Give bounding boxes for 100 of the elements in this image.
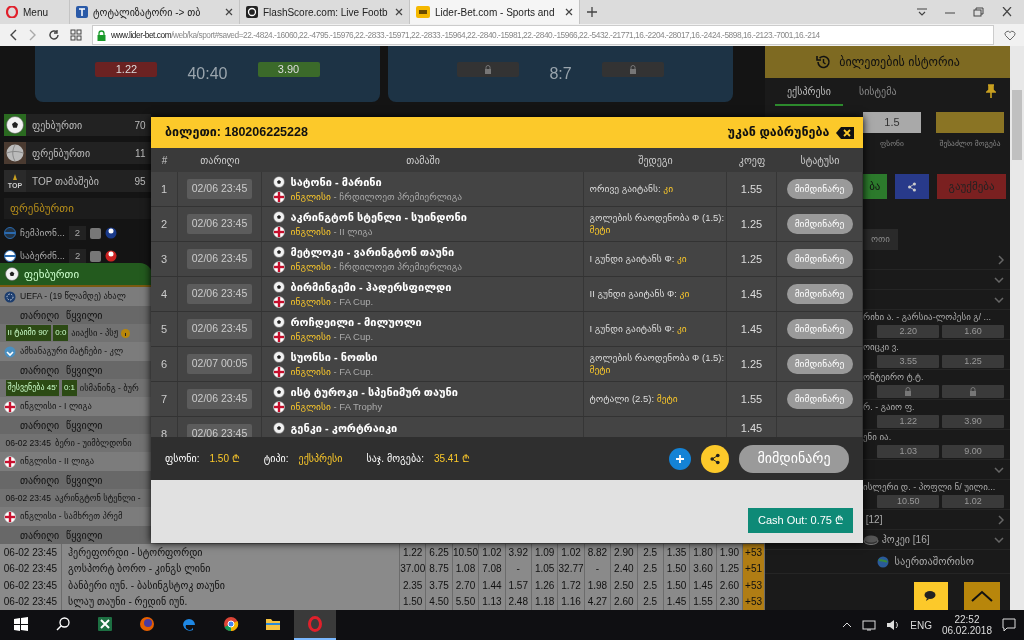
search-icon[interactable] [56,617,70,631]
league-heading[interactable]: ინგლისი - I ლიგა [20,400,92,413]
clock-time[interactable]: 22:52 [954,613,980,625]
match-name[interactable]: აიაქსი - პსჟ [71,326,119,340]
odds-cell[interactable]: 2.70 [452,577,480,594]
place-bet-button[interactable]: ბა [863,174,887,199]
odds-button[interactable]: 2.20 [877,324,940,338]
chevron-down-icon[interactable] [994,536,1004,543]
odds-button[interactable]: 3.90 [942,414,1004,428]
windows-start-icon[interactable] [14,617,28,631]
event-name[interactable]: ონტეირო ტ.ტ. [863,371,1004,385]
chat-button[interactable] [914,582,948,610]
odds-cell[interactable]: 10.50 [452,544,480,561]
slip-tab[interactable]: სისტემა [846,78,909,106]
more-markets-button[interactable]: +53 [743,577,765,594]
chevron-down-icon[interactable] [994,296,1004,303]
odds-cell[interactable]: 3.75 [426,577,453,594]
odds-cell[interactable]: 2.5 [637,544,664,561]
odds-cell[interactable]: 6.25 [426,544,453,561]
heart-icon[interactable] [1004,29,1016,41]
event-name[interactable]: ოიცკი ვ. [863,341,1004,355]
backspace-icon[interactable] [835,125,855,140]
share-button[interactable] [894,174,930,199]
odds-cell[interactable]: 1.45 [690,577,717,594]
close-icon[interactable] [1001,7,1013,17]
folder-icon[interactable] [265,616,281,632]
odds-button[interactable]: 1.22 [95,62,158,77]
history-button[interactable]: ბილეთების ისტორია [765,46,1010,78]
chevron-right-icon[interactable] [998,254,1004,265]
odds-cell[interactable]: 3.92 [505,544,532,561]
status-pill[interactable]: მიმდინარე [786,389,853,409]
chevron-right-icon[interactable] [998,514,1004,525]
browser-tab[interactable]: Lider-Bet.com - Sports and [410,0,580,24]
odds-button[interactable]: 9.00 [942,444,1004,458]
odds-cell[interactable]: 1.22 [400,544,427,561]
odds-button[interactable] [457,62,520,77]
restore-icon[interactable] [972,7,985,17]
league-name[interactable]: საერთაშორისო [894,553,974,570]
chevron-down-icon[interactable] [994,466,1004,473]
event-name[interactable]: ისლერი დ. - პოფლი ნ/ უილი... [863,481,1004,495]
odds-button[interactable]: 1.60 [942,324,1004,338]
status-pill[interactable]: მიმდინარე [786,354,853,374]
browser-app-icon[interactable] [223,616,239,632]
add-button[interactable] [669,447,691,470]
close-icon[interactable] [225,8,233,16]
league-heading[interactable]: UEFA - (19 წლამდე) ახალ [20,290,126,303]
close-icon[interactable] [395,8,403,16]
spreadsheet-app-icon[interactable] [97,616,113,632]
scrollbar[interactable] [1010,46,1024,610]
league-heading[interactable]: ინგლისი - II ლიგა [20,455,95,468]
tournament-name[interactable]: ჩემპიონ... [20,225,65,241]
odds-cell[interactable]: 2.35 [400,577,427,594]
odds-cell[interactable]: 1.02 [479,544,506,561]
odds-cell[interactable]: 1.72 [558,577,585,594]
tournament-name[interactable]: საბერძნ... [20,248,65,264]
slip-tab[interactable]: ექსპრესი [775,78,843,106]
match-name[interactable]: ბერი - უიმბლდონი [55,436,132,450]
chevron-down-icon[interactable] [994,276,1004,283]
language-indicator[interactable]: ENG [910,617,932,633]
share-button[interactable] [701,444,729,473]
event-name[interactable]: რ. - გაიო ფ. [863,401,1004,415]
odds-button[interactable]: 1.25 [942,354,1004,368]
odds-button[interactable]: 3.90 [257,62,320,77]
status-pill[interactable]: მიმდინარე [786,214,853,234]
status-pill[interactable]: მიმდინარე [786,284,853,304]
notifications-icon[interactable] [1002,618,1016,632]
odds-button[interactable] [877,384,940,398]
category-label[interactable]: ჰოკეი [16] [881,532,930,547]
league-heading[interactable]: ინგლისი - სამხრეთ პრემ [20,510,123,523]
pin-icon[interactable] [986,84,996,98]
category-label[interactable]: [12] [865,512,883,527]
chevron-up-icon[interactable] [842,622,853,628]
league-heading[interactable]: ამხანაგური მატჩები - კლ [20,345,124,358]
event-name[interactable]: ენი ია. [863,431,1004,445]
stake-field[interactable]: 1.5 [863,111,921,133]
odds-cell[interactable]: 1.35 [663,544,691,561]
odds-button[interactable]: 3.55 [877,354,940,368]
odds-cell[interactable]: 2.90 [611,544,638,561]
cash-out-button[interactable]: Cash Out: 0.75 ₾ [747,508,853,533]
speaker-icon[interactable] [886,619,901,631]
sport-tab[interactable]: ფეხბურთი [0,263,152,285]
odds-button[interactable]: 10.50 [877,494,940,508]
clock-date[interactable]: 06.02.2018 [941,625,992,637]
checkbox[interactable] [90,227,102,239]
odds-cell[interactable]: 1.26 [531,577,559,594]
grid-icon[interactable] [70,29,82,41]
network-icon[interactable] [862,619,877,631]
odds-cell[interactable]: 1.80 [690,544,717,561]
odds-button[interactable]: 1.02 [942,494,1004,508]
odds-cell[interactable]: 1.98 [584,577,612,594]
address-field[interactable]: www.lider-bet.com/web/ka/sport#saved=22.-4824.-16060,22.-4795.-15976,22.-2833.-15971,22.-2833.-15964,22.-2840.-15981,22.-2840.-15966,22.-5432.-21771,16.-2204.-28017,16.-2424.-5898,16.-2123.-7001,16.-214 [92,25,994,45]
match-name[interactable]: ბანბერი იუნ. - ბასინგსტოკ თაუნი [62,577,400,594]
odds-button[interactable]: 1.03 [877,444,940,458]
status-pill[interactable]: მიმდინარე [786,179,853,199]
odds-cell[interactable]: 1.44 [479,577,506,594]
scroll-top-button[interactable] [964,582,1000,610]
back-icon[interactable] [8,29,18,41]
odds-cell[interactable]: 2.50 [611,577,638,594]
status-button[interactable]: მიმდინარე [739,444,849,473]
odds-cell[interactable]: 1.02 [558,544,585,561]
